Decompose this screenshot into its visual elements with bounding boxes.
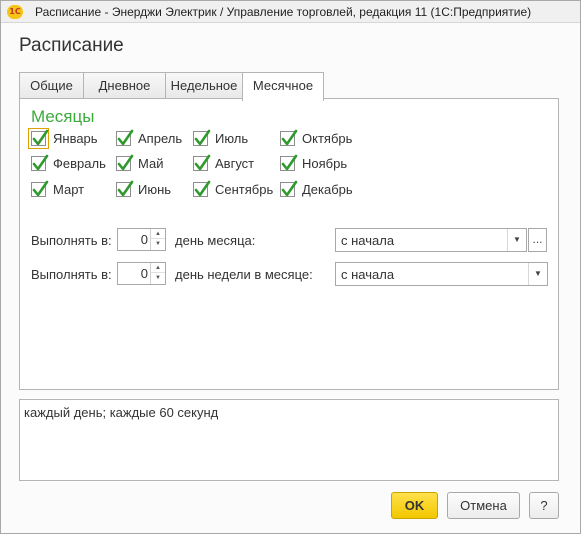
checkbox[interactable] (280, 180, 298, 197)
chevron-down-icon[interactable]: ▼ (528, 263, 547, 285)
tab-daily[interactable]: Дневное (83, 72, 166, 99)
checkbox[interactable] (31, 180, 49, 197)
checkmark-icon (194, 129, 211, 145)
month-label: Июль (215, 130, 249, 146)
tab-weekly[interactable]: Недельное (165, 72, 243, 99)
checkbox[interactable] (116, 180, 134, 197)
checkmark-icon (117, 180, 134, 196)
checkbox[interactable] (28, 127, 49, 149)
month-label: Декабрь (302, 181, 353, 197)
checkbox[interactable] (193, 154, 211, 171)
spin-up-icon[interactable]: ▲ (151, 263, 165, 273)
day-of-week-spinner[interactable]: 0 ▲ ▼ (117, 262, 166, 285)
checkbox[interactable] (280, 129, 298, 146)
month-label: Ноябрь (302, 155, 348, 171)
window-title: Расписание - Энерджи Электрик / Управлен… (35, 5, 532, 19)
checkmark-icon (281, 154, 298, 170)
day-of-week-spin-buttons: ▲ ▼ (150, 263, 165, 284)
month-label: Апрель (138, 130, 183, 146)
checkmark-icon (194, 154, 211, 170)
checkmark-icon (117, 154, 134, 170)
title-bar: 1С Расписание - Энерджи Электрик / Управ… (1, 1, 580, 23)
month-checkbox-row[interactable]: Ноябрь (280, 153, 347, 173)
day-of-month-value[interactable]: 0 (118, 232, 148, 247)
checkbox[interactable] (193, 129, 211, 146)
checkmark-icon (32, 180, 49, 196)
month-checkbox-row[interactable]: Март (31, 179, 84, 199)
spin-down-icon[interactable]: ▼ (151, 273, 165, 283)
checkbox[interactable] (116, 129, 134, 146)
day-of-month-label: Выполнять в: (31, 233, 112, 248)
checkmark-icon (194, 180, 211, 196)
checkbox[interactable] (31, 154, 49, 171)
schedule-window: 1С Расписание - Энерджи Электрик / Управ… (0, 0, 581, 534)
month-checkbox-row[interactable]: Май (116, 153, 163, 173)
month-label: Февраль (53, 155, 106, 171)
checkbox[interactable] (193, 180, 211, 197)
app-logo-icon: 1С (7, 5, 23, 19)
spin-up-icon[interactable]: ▲ (151, 229, 165, 239)
schedule-summary: каждый день; каждые 60 секунд (19, 399, 559, 481)
month-checkbox-row[interactable]: Апрель (116, 128, 182, 148)
checkbox[interactable] (280, 154, 298, 171)
checkmark-icon (32, 129, 49, 145)
cancel-button[interactable]: Отмена (447, 492, 520, 519)
month-label: Март (53, 181, 85, 197)
month-label: Октябрь (302, 130, 353, 146)
help-button[interactable]: ? (529, 492, 559, 519)
month-checkbox-row[interactable]: Октябрь (280, 128, 352, 148)
day-of-week-direction-select[interactable]: с начала ▼ (335, 262, 548, 286)
checkmark-icon (117, 129, 134, 145)
day-of-month-spinner[interactable]: 0 ▲ ▼ (117, 228, 166, 251)
form-title: Расписание (19, 35, 124, 56)
month-label: Январь (53, 130, 98, 146)
day-of-month-suffix-label: день месяца: (175, 233, 256, 248)
monthly-tab-panel: Месяцы Январь Февраль Март Апрель Май Июнь Июл… (19, 98, 559, 390)
month-checkbox-row[interactable]: Сентябрь (193, 179, 273, 199)
checkbox[interactable] (116, 154, 134, 171)
choose-button[interactable]: ... (528, 228, 547, 252)
chevron-down-icon[interactable]: ▼ (507, 229, 526, 251)
checkmark-icon (32, 154, 49, 170)
day-of-month-spin-buttons: ▲ ▼ (150, 229, 165, 250)
day-of-week-direction-value: с начала (341, 267, 395, 282)
day-of-month-direction-select[interactable]: с начала ▼ (335, 228, 527, 252)
month-checkbox-row[interactable]: Июнь (116, 179, 171, 199)
day-of-week-suffix-label: день недели в месяце: (175, 267, 313, 282)
tab-general[interactable]: Общие (19, 72, 84, 99)
month-checkbox-row[interactable]: Июль (193, 128, 248, 148)
schedule-summary-text: каждый день; каждые 60 секунд (24, 405, 219, 420)
month-label: Август (215, 155, 255, 171)
month-label: Сентябрь (215, 181, 274, 197)
tab-monthly[interactable]: Месячное (242, 72, 324, 101)
day-of-month-direction-value: с начала (341, 233, 395, 248)
ok-button[interactable]: OK (391, 492, 438, 519)
checkmark-icon (281, 129, 298, 145)
checkmark-icon (281, 180, 298, 196)
month-label: Май (138, 155, 164, 171)
month-checkbox-row[interactable]: Январь (28, 127, 98, 149)
spin-down-icon[interactable]: ▼ (151, 239, 165, 249)
months-group-title: Месяцы (31, 107, 95, 126)
day-of-week-value[interactable]: 0 (118, 266, 148, 281)
month-label: Июнь (138, 181, 172, 197)
month-checkbox-row[interactable]: Февраль (31, 153, 106, 173)
month-checkbox-row[interactable]: Август (193, 153, 254, 173)
month-checkbox-row[interactable]: Декабрь (280, 179, 353, 199)
day-of-week-label: Выполнять в: (31, 267, 112, 282)
